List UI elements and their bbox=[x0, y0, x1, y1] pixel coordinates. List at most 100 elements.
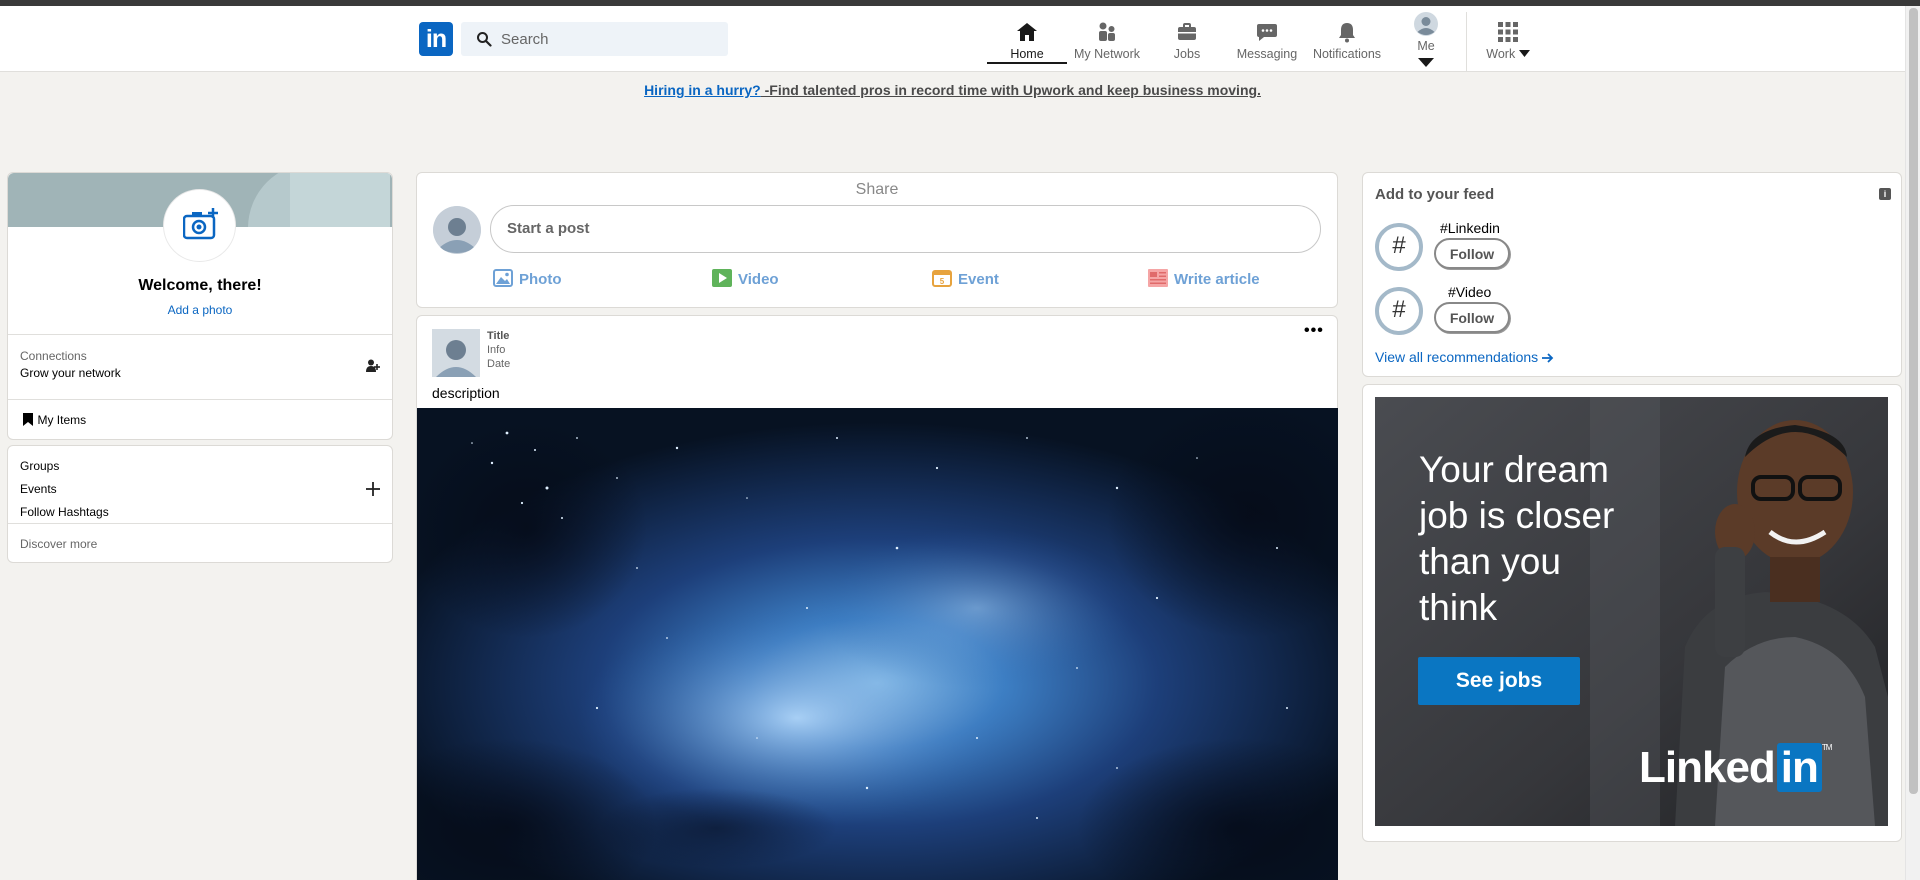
share-title: Share bbox=[855, 181, 899, 198]
svg-text:5: 5 bbox=[940, 277, 945, 286]
connections-link[interactable]: Connections Grow your network bbox=[20, 349, 380, 383]
camera-plus-icon bbox=[183, 208, 218, 240]
page-scrollbar[interactable] bbox=[1905, 6, 1920, 880]
nav-me-label: Me bbox=[1417, 39, 1435, 53]
bookmark-icon bbox=[23, 413, 33, 426]
more-options-button[interactable]: ••• bbox=[1304, 322, 1324, 340]
grid-icon bbox=[1498, 22, 1518, 42]
scrollbar-thumb[interactable] bbox=[1909, 8, 1918, 794]
calendar-icon: 5 bbox=[932, 270, 952, 287]
promo-banner-text[interactable]: -Find talented pros in record time with … bbox=[761, 82, 1261, 98]
follow-hashtags-link[interactable]: Follow Hashtags bbox=[20, 505, 109, 519]
video-button[interactable]: Video bbox=[712, 269, 779, 288]
write-article-button[interactable]: Write article bbox=[1148, 269, 1260, 288]
hashtag-icon: # bbox=[1375, 287, 1423, 335]
connections-label: Connections bbox=[20, 349, 87, 363]
event-button[interactable]: 5 Event bbox=[932, 269, 999, 288]
my-items-link[interactable]: My Items bbox=[23, 411, 86, 429]
ad-headline-line: Your dream bbox=[1419, 449, 1609, 490]
view-all-label: View all recommendations bbox=[1375, 349, 1539, 365]
hashtag-name[interactable]: #Linkedin bbox=[1440, 220, 1500, 236]
search-icon bbox=[477, 32, 492, 47]
promo-banner: Hiring in a hurry? -Find talented pros i… bbox=[0, 82, 1905, 98]
nav-home-label: Home bbox=[1010, 47, 1044, 61]
feed-post: Title Info Date ••• description bbox=[416, 315, 1338, 880]
follow-hashtag-button[interactable]: Follow bbox=[1434, 302, 1510, 333]
plus-icon[interactable] bbox=[366, 482, 380, 496]
arrow-right-icon bbox=[1542, 353, 1554, 363]
global-nav: in Home My Network Jobs Messaging Notifi… bbox=[0, 6, 1905, 72]
hashtag-icon: # bbox=[1375, 223, 1423, 271]
add-person-icon[interactable] bbox=[366, 359, 380, 373]
nav-notifications[interactable]: Notifications bbox=[1307, 12, 1387, 64]
chevron-down-icon bbox=[1518, 50, 1530, 57]
start-post-button[interactable]: Start a post bbox=[490, 205, 1321, 253]
post-meta: Title Info Date bbox=[487, 329, 510, 371]
nav-jobs[interactable]: Jobs bbox=[1147, 12, 1227, 64]
divider bbox=[8, 399, 392, 400]
share-box: Share Start a post Photo Video 5 Event Wr… bbox=[416, 172, 1338, 308]
search-input[interactable] bbox=[501, 22, 721, 56]
info-icon[interactable]: i bbox=[1879, 188, 1891, 200]
discover-more-link[interactable]: Discover more bbox=[20, 537, 97, 551]
nav-messaging[interactable]: Messaging bbox=[1227, 12, 1307, 64]
ad-headline-line: think bbox=[1419, 587, 1498, 628]
follow-hashtag-button[interactable]: Follow bbox=[1434, 238, 1510, 269]
shortcuts-card: Groups Events Follow Hashtags Discover m… bbox=[7, 445, 393, 563]
nav-messaging-label: Messaging bbox=[1236, 47, 1298, 61]
nav-my-network-label: My Network bbox=[1074, 47, 1140, 61]
nav-my-network[interactable]: My Network bbox=[1067, 12, 1147, 64]
my-items-label: My Items bbox=[37, 413, 87, 427]
people-icon bbox=[1099, 22, 1115, 41]
hashtag-name[interactable]: #Video bbox=[1448, 284, 1491, 300]
article-icon bbox=[1148, 269, 1168, 287]
nav-home[interactable]: Home bbox=[987, 12, 1067, 64]
ad-headline: Your dream job is closer than you think bbox=[1419, 447, 1614, 631]
post-author-avatar[interactable] bbox=[432, 329, 480, 377]
nav-jobs-label: Jobs bbox=[1173, 47, 1201, 61]
user-avatar bbox=[433, 206, 481, 254]
write-article-label: Write article bbox=[1174, 271, 1260, 288]
post-image[interactable] bbox=[417, 408, 1338, 880]
briefcase-icon bbox=[1178, 23, 1196, 40]
ad-headline-line: than you bbox=[1419, 541, 1561, 582]
post-description: description bbox=[432, 385, 500, 401]
bell-icon bbox=[1339, 23, 1355, 43]
nav-work[interactable]: Work bbox=[1468, 12, 1548, 64]
divider bbox=[8, 334, 392, 335]
see-jobs-button[interactable]: See jobs bbox=[1418, 657, 1580, 705]
events-link[interactable]: Events bbox=[20, 482, 57, 496]
chevron-down-icon bbox=[1418, 58, 1434, 67]
add-photo-link[interactable]: Add a photo bbox=[8, 303, 392, 317]
promo-banner-link[interactable]: Hiring in a hurry? bbox=[644, 82, 761, 98]
add-photo-button[interactable] bbox=[164, 190, 235, 261]
photo-icon bbox=[493, 269, 513, 287]
post-info: Info bbox=[487, 344, 506, 356]
post-date: Date bbox=[487, 358, 511, 370]
ad-headline-line: job is closer bbox=[1419, 495, 1615, 536]
divider bbox=[8, 523, 392, 524]
event-label: Event bbox=[958, 271, 999, 288]
linkedin-wordmark-logo: Linked in TM bbox=[1639, 743, 1832, 792]
post-title[interactable]: Title bbox=[487, 329, 510, 343]
photo-label: Photo bbox=[519, 271, 562, 288]
avatar-icon bbox=[1414, 12, 1438, 36]
job-ad-banner[interactable]: Your dream job is closer than you think … bbox=[1375, 397, 1888, 826]
nav-separator bbox=[1466, 12, 1467, 72]
nav-work-label: Work bbox=[1486, 47, 1516, 61]
search-box[interactable] bbox=[461, 22, 728, 56]
groups-link[interactable]: Groups bbox=[20, 459, 59, 473]
view-all-recommendations-link[interactable]: View all recommendations bbox=[1375, 349, 1554, 365]
chat-icon bbox=[1257, 24, 1277, 41]
ad-card: Your dream job is closer than you think … bbox=[1362, 384, 1902, 842]
video-label: Video bbox=[738, 271, 779, 288]
photo-button[interactable]: Photo bbox=[493, 269, 562, 288]
profile-card: Welcome, there! Add a photo Connections … bbox=[7, 172, 393, 440]
nav-me[interactable]: Me bbox=[1387, 12, 1465, 67]
feed-card-title: Add to your feed bbox=[1375, 186, 1495, 203]
add-to-feed-card: Add to your feed i # #Linkedin Follow # … bbox=[1362, 172, 1902, 377]
video-icon bbox=[712, 269, 732, 287]
linkedin-logo[interactable]: in bbox=[419, 22, 453, 56]
welcome-heading: Welcome, there! bbox=[138, 277, 262, 294]
home-icon bbox=[1017, 23, 1037, 41]
